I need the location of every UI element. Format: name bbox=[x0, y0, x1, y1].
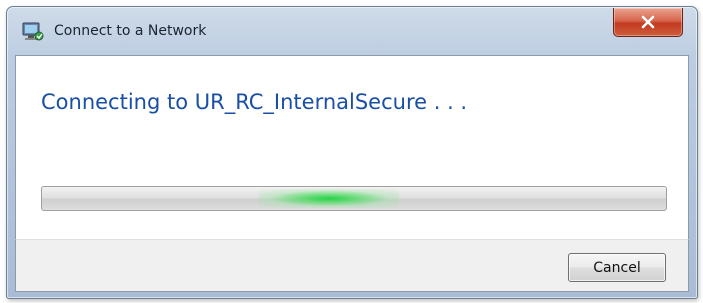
title-bar[interactable]: Connect to a Network bbox=[7, 7, 697, 53]
dialog-window: Connect to a Network Connecting to UR_RC… bbox=[6, 6, 698, 299]
button-bar: Cancel bbox=[15, 239, 689, 292]
network-computer-icon bbox=[21, 21, 45, 43]
cancel-button[interactable]: Cancel bbox=[568, 253, 666, 282]
progress-marquee-glow bbox=[259, 189, 399, 208]
close-icon bbox=[641, 15, 655, 29]
window-title: Connect to a Network bbox=[54, 23, 207, 39]
connecting-status-text: Connecting to UR_RC_InternalSecure . . . bbox=[41, 90, 468, 114]
close-button[interactable] bbox=[613, 8, 683, 37]
content-pane: Connecting to UR_RC_InternalSecure . . . bbox=[15, 55, 689, 239]
connection-progress-bar bbox=[41, 186, 667, 211]
